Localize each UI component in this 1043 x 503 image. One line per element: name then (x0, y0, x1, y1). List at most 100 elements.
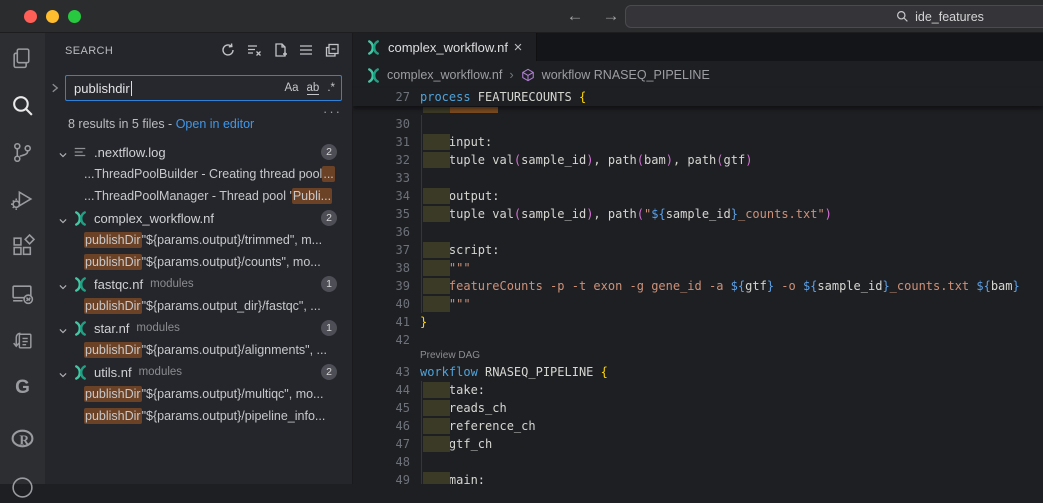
title-bar: ← → ide_features (0, 0, 1043, 33)
code-line[interactable]: 27process FEATURECOUNTS { (353, 88, 1043, 106)
close-tab-icon[interactable]: × (510, 39, 526, 56)
match-text: "${params.output}/alignments", ... (142, 343, 327, 357)
breadcrumb-file[interactable]: complex_workflow.nf (387, 68, 502, 82)
code-text: } (420, 313, 1043, 331)
gitlens-icon[interactable]: G (10, 375, 35, 400)
code-line[interactable]: 45 reads_ch (353, 399, 1043, 417)
line-number: 45 (353, 399, 410, 417)
match-highlight: ... (322, 166, 334, 182)
chevron-down-icon[interactable] (58, 213, 68, 223)
close-window-button[interactable] (24, 10, 37, 23)
match-highlight: publishDir (84, 408, 142, 424)
chevron-down-icon[interactable] (58, 367, 68, 377)
codelens-preview-dag[interactable]: Preview DAG (420, 349, 1043, 363)
account-icon[interactable] (10, 473, 35, 498)
line-number: 33 (353, 169, 410, 187)
tab-complex-workflow[interactable]: complex_workflow.nf × (353, 33, 537, 61)
result-match-row[interactable]: publishDir "${params.output}/alignments"… (45, 339, 352, 361)
clear-search-results-icon[interactable] (246, 42, 262, 58)
minimize-window-button[interactable] (46, 10, 59, 23)
result-file-row[interactable]: complex_workflow.nf2 (45, 207, 352, 229)
r-language-icon[interactable]: R (10, 427, 35, 452)
match-text: "${params.output_dir}/fastqc", ... (142, 299, 321, 313)
editor-pane: complex_workflow.nf × complex_workflow.n… (353, 33, 1043, 484)
match-highlight: publishDir (84, 342, 142, 358)
code-line[interactable]: 44 take: (353, 381, 1043, 399)
open-new-search-editor-icon[interactable] (272, 42, 288, 58)
code-line[interactable]: 43workflow RNASEQ_PIPELINE { (353, 363, 1043, 381)
search-icon (896, 10, 909, 23)
code-line[interactable]: 35 tuple val(sample_id), path("${sample_… (353, 205, 1043, 223)
match-highlight: Publi... (292, 188, 332, 204)
whole-word-toggle[interactable]: ab (307, 82, 320, 95)
result-match-row[interactable]: publishDir "${params.output}/pipeline_in… (45, 405, 352, 427)
refresh-icon[interactable] (220, 42, 236, 58)
sticky-scroll-line[interactable]: 27process FEATURECOUNTS { (353, 88, 1043, 106)
source-control-icon[interactable] (10, 140, 35, 165)
remote-explorer-icon[interactable] (10, 281, 35, 306)
code-text: tuple val(sample_id), path("${sample_id}… (420, 205, 1043, 223)
line-number: 30 (353, 115, 410, 133)
chevron-down-icon[interactable] (58, 323, 68, 333)
code-line[interactable]: 39 featureCounts -p -t exon -g gene_id -… (353, 277, 1043, 295)
line-number: 37 (353, 241, 410, 259)
result-match-row[interactable]: ...ThreadPoolBuilder - Creating thread p… (45, 163, 352, 185)
code-line[interactable]: 34 output: (353, 187, 1043, 205)
code-line[interactable]: 31 input: (353, 133, 1043, 151)
breadcrumb-separator: › (509, 67, 513, 82)
toggle-replace-chevron-icon[interactable] (49, 81, 61, 93)
nextflow-file-icon (366, 40, 381, 55)
view-as-list-icon[interactable] (298, 42, 314, 58)
result-match-row[interactable]: publishDir "${params.output}/trimmed", m… (45, 229, 352, 251)
match-case-toggle[interactable]: Aa (284, 82, 298, 94)
result-match-row[interactable]: ...ThreadPoolManager - Thread pool 'Publ… (45, 185, 352, 207)
open-in-editor-link[interactable]: Open in editor (176, 117, 255, 131)
code-line[interactable]: 36 (353, 223, 1043, 241)
extensions-icon[interactable] (10, 234, 35, 259)
explorer-icon[interactable] (10, 46, 35, 71)
code-text: reference_ch (420, 417, 1043, 435)
code-text: output: (420, 187, 1043, 205)
references-icon[interactable] (10, 328, 35, 353)
code-lines: 3031 input:32 tuple val(sample_id), path… (353, 115, 1043, 484)
line-number: 42 (353, 331, 410, 349)
regex-toggle[interactable]: .* (327, 82, 335, 94)
code-line[interactable]: 37 script: (353, 241, 1043, 259)
code-line[interactable]: 46 reference_ch (353, 417, 1043, 435)
code-line[interactable]: 40 """ (353, 295, 1043, 313)
breadcrumb-symbol[interactable]: workflow RNASEQ_PIPELINE (542, 68, 710, 82)
tab-label: complex_workflow.nf (388, 40, 508, 55)
navigate-back-button[interactable]: ← (562, 3, 588, 29)
maximize-window-button[interactable] (68, 10, 81, 23)
file-folder-description: modules (136, 322, 179, 334)
result-file-row[interactable]: .nextflow.log2 (45, 141, 352, 163)
code-line[interactable]: 47 gtf_ch (353, 435, 1043, 453)
code-line[interactable]: 30 (353, 115, 1043, 133)
result-match-row[interactable]: publishDir "${params.output_dir}/fastqc"… (45, 295, 352, 317)
result-match-row[interactable]: publishDir "${params.output}/counts", mo… (45, 251, 352, 273)
result-file-row[interactable]: fastqc.nfmodules1 (45, 273, 352, 295)
line-number: 38 (353, 259, 410, 277)
run-and-debug-icon[interactable] (10, 187, 35, 212)
code-line[interactable]: 42 (353, 331, 1043, 349)
command-center-search[interactable]: ide_features (625, 5, 1043, 28)
chevron-down-icon[interactable] (58, 279, 68, 289)
line-number: 44 (353, 381, 410, 399)
search-input[interactable]: publishdir Aa ab .* (65, 75, 342, 101)
search-view-icon[interactable] (10, 93, 35, 118)
code-editor[interactable]: 3031 input:32 tuple val(sample_id), path… (353, 88, 1043, 484)
result-file-row[interactable]: utils.nfmodules2 (45, 361, 352, 383)
code-line[interactable]: 38 """ (353, 259, 1043, 277)
code-line[interactable]: 48 (353, 453, 1043, 471)
code-line[interactable]: 32 tuple val(sample_id), path(bam), path… (353, 151, 1043, 169)
collapse-all-icon[interactable] (324, 42, 340, 58)
result-file-row[interactable]: star.nfmodules1 (45, 317, 352, 339)
code-line[interactable]: 33 (353, 169, 1043, 187)
result-match-row[interactable]: publishDir "${params.output}/multiqc", m… (45, 383, 352, 405)
code-line[interactable]: 49 main: (353, 471, 1043, 484)
toggle-search-details-button[interactable]: ··· (323, 107, 342, 117)
code-line[interactable]: 41} (353, 313, 1043, 331)
navigate-forward-button[interactable]: → (598, 3, 624, 29)
code-text: take: (420, 381, 1043, 399)
chevron-down-icon[interactable] (58, 147, 68, 157)
